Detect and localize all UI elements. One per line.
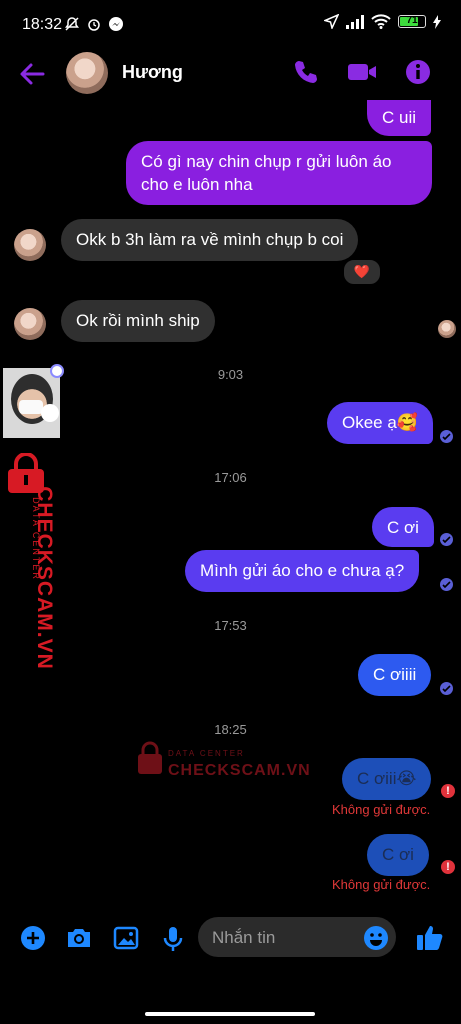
watermark-sub: DATA CENTER <box>30 497 41 581</box>
contact-name[interactable]: Hương <box>122 62 183 83</box>
timestamp: 17:53 <box>214 618 247 633</box>
status-left-icons <box>64 16 124 32</box>
incoming-message[interactable]: Ok rồi mình ship <box>61 300 215 342</box>
error-icon[interactable]: ! <box>441 860 455 874</box>
battery-level: 71 <box>406 15 418 26</box>
bell-off-icon <box>65 17 79 31</box>
seen-check-icon <box>440 578 453 591</box>
outgoing-message[interactable]: C uii <box>367 100 432 136</box>
contact-avatar-small <box>14 308 46 340</box>
info-button[interactable] <box>404 58 432 91</box>
status-time: 18:32 <box>22 16 63 33</box>
camera-button[interactable] <box>65 925 93 956</box>
send-failed-text: Không gửi được. <box>332 802 431 817</box>
outgoing-message[interactable]: C ơi <box>372 507 434 547</box>
camera-icon <box>68 929 90 947</box>
contact-avatar-small <box>14 229 46 261</box>
like-button[interactable] <box>415 922 445 957</box>
seen-check-icon <box>440 430 453 443</box>
timestamp: 9:03 <box>217 367 244 382</box>
thumbs-up-icon <box>417 926 443 950</box>
outgoing-message[interactable]: Okee ạ🥰 <box>327 402 433 444</box>
chat-head-bubble[interactable] <box>3 368 60 438</box>
home-indicator <box>145 1012 315 1016</box>
messenger-badge-icon <box>41 404 59 422</box>
reaction-badge[interactable]: ❤️ <box>342 258 382 286</box>
video-camera-icon <box>348 64 376 80</box>
error-icon[interactable]: ! <box>441 784 455 798</box>
outgoing-message[interactable]: Có gì nay chin chụp r gửi luôn áo cho e … <box>126 141 432 205</box>
emoji-button[interactable] <box>363 925 389 956</box>
video-call-button[interactable] <box>346 58 378 91</box>
plus-icon <box>21 926 45 950</box>
chat-head-status-dot <box>50 364 64 378</box>
charging-icon <box>433 14 441 29</box>
watermark-sub: DATA CENTER <box>168 749 245 758</box>
image-icon <box>113 926 139 950</box>
wifi-icon <box>371 14 391 29</box>
failed-message[interactable]: C ơi <box>367 834 429 876</box>
seen-check-icon <box>440 533 453 546</box>
read-receipt-avatar <box>438 320 456 338</box>
plus-button[interactable] <box>20 925 46 956</box>
info-icon <box>406 60 430 84</box>
seen-check-icon <box>440 682 453 695</box>
outgoing-message[interactable]: Mình gửi áo cho e chưa ạ? <box>185 550 420 592</box>
signal-icon <box>346 14 364 29</box>
location-icon <box>324 14 339 29</box>
battery-icon: 71 <box>398 15 426 28</box>
alarm-icon <box>88 19 100 31</box>
watermark-brand: CHECKSCAM.VN <box>168 762 311 779</box>
back-arrow-icon <box>20 63 45 85</box>
back-button[interactable] <box>18 60 46 93</box>
timestamp: 17:06 <box>214 470 247 485</box>
status-right-icons: 71 <box>324 14 441 29</box>
outgoing-message[interactable]: C ơiiii <box>358 654 432 696</box>
emoji-icon <box>364 926 388 950</box>
messenger-notif-icon <box>109 17 123 31</box>
contact-avatar[interactable] <box>66 52 108 94</box>
status-bar: 18:32 71 <box>0 0 461 50</box>
incoming-message[interactable]: Okk b 3h làm ra về mình chụp b coi <box>61 219 359 261</box>
message-input-placeholder: Nhắn tin <box>212 928 276 947</box>
phone-icon <box>295 61 317 83</box>
heart-reaction: ❤️ <box>353 264 371 279</box>
watermark-lock-icon <box>138 741 162 774</box>
call-button[interactable] <box>292 58 320 91</box>
microphone-button[interactable] <box>162 925 184 958</box>
failed-message[interactable]: C ơiii😭 <box>342 758 432 800</box>
send-failed-text: Không gửi được. <box>332 877 431 892</box>
microphone-icon <box>163 927 183 951</box>
timestamp: 18:25 <box>214 722 247 737</box>
gallery-button[interactable] <box>113 925 139 956</box>
